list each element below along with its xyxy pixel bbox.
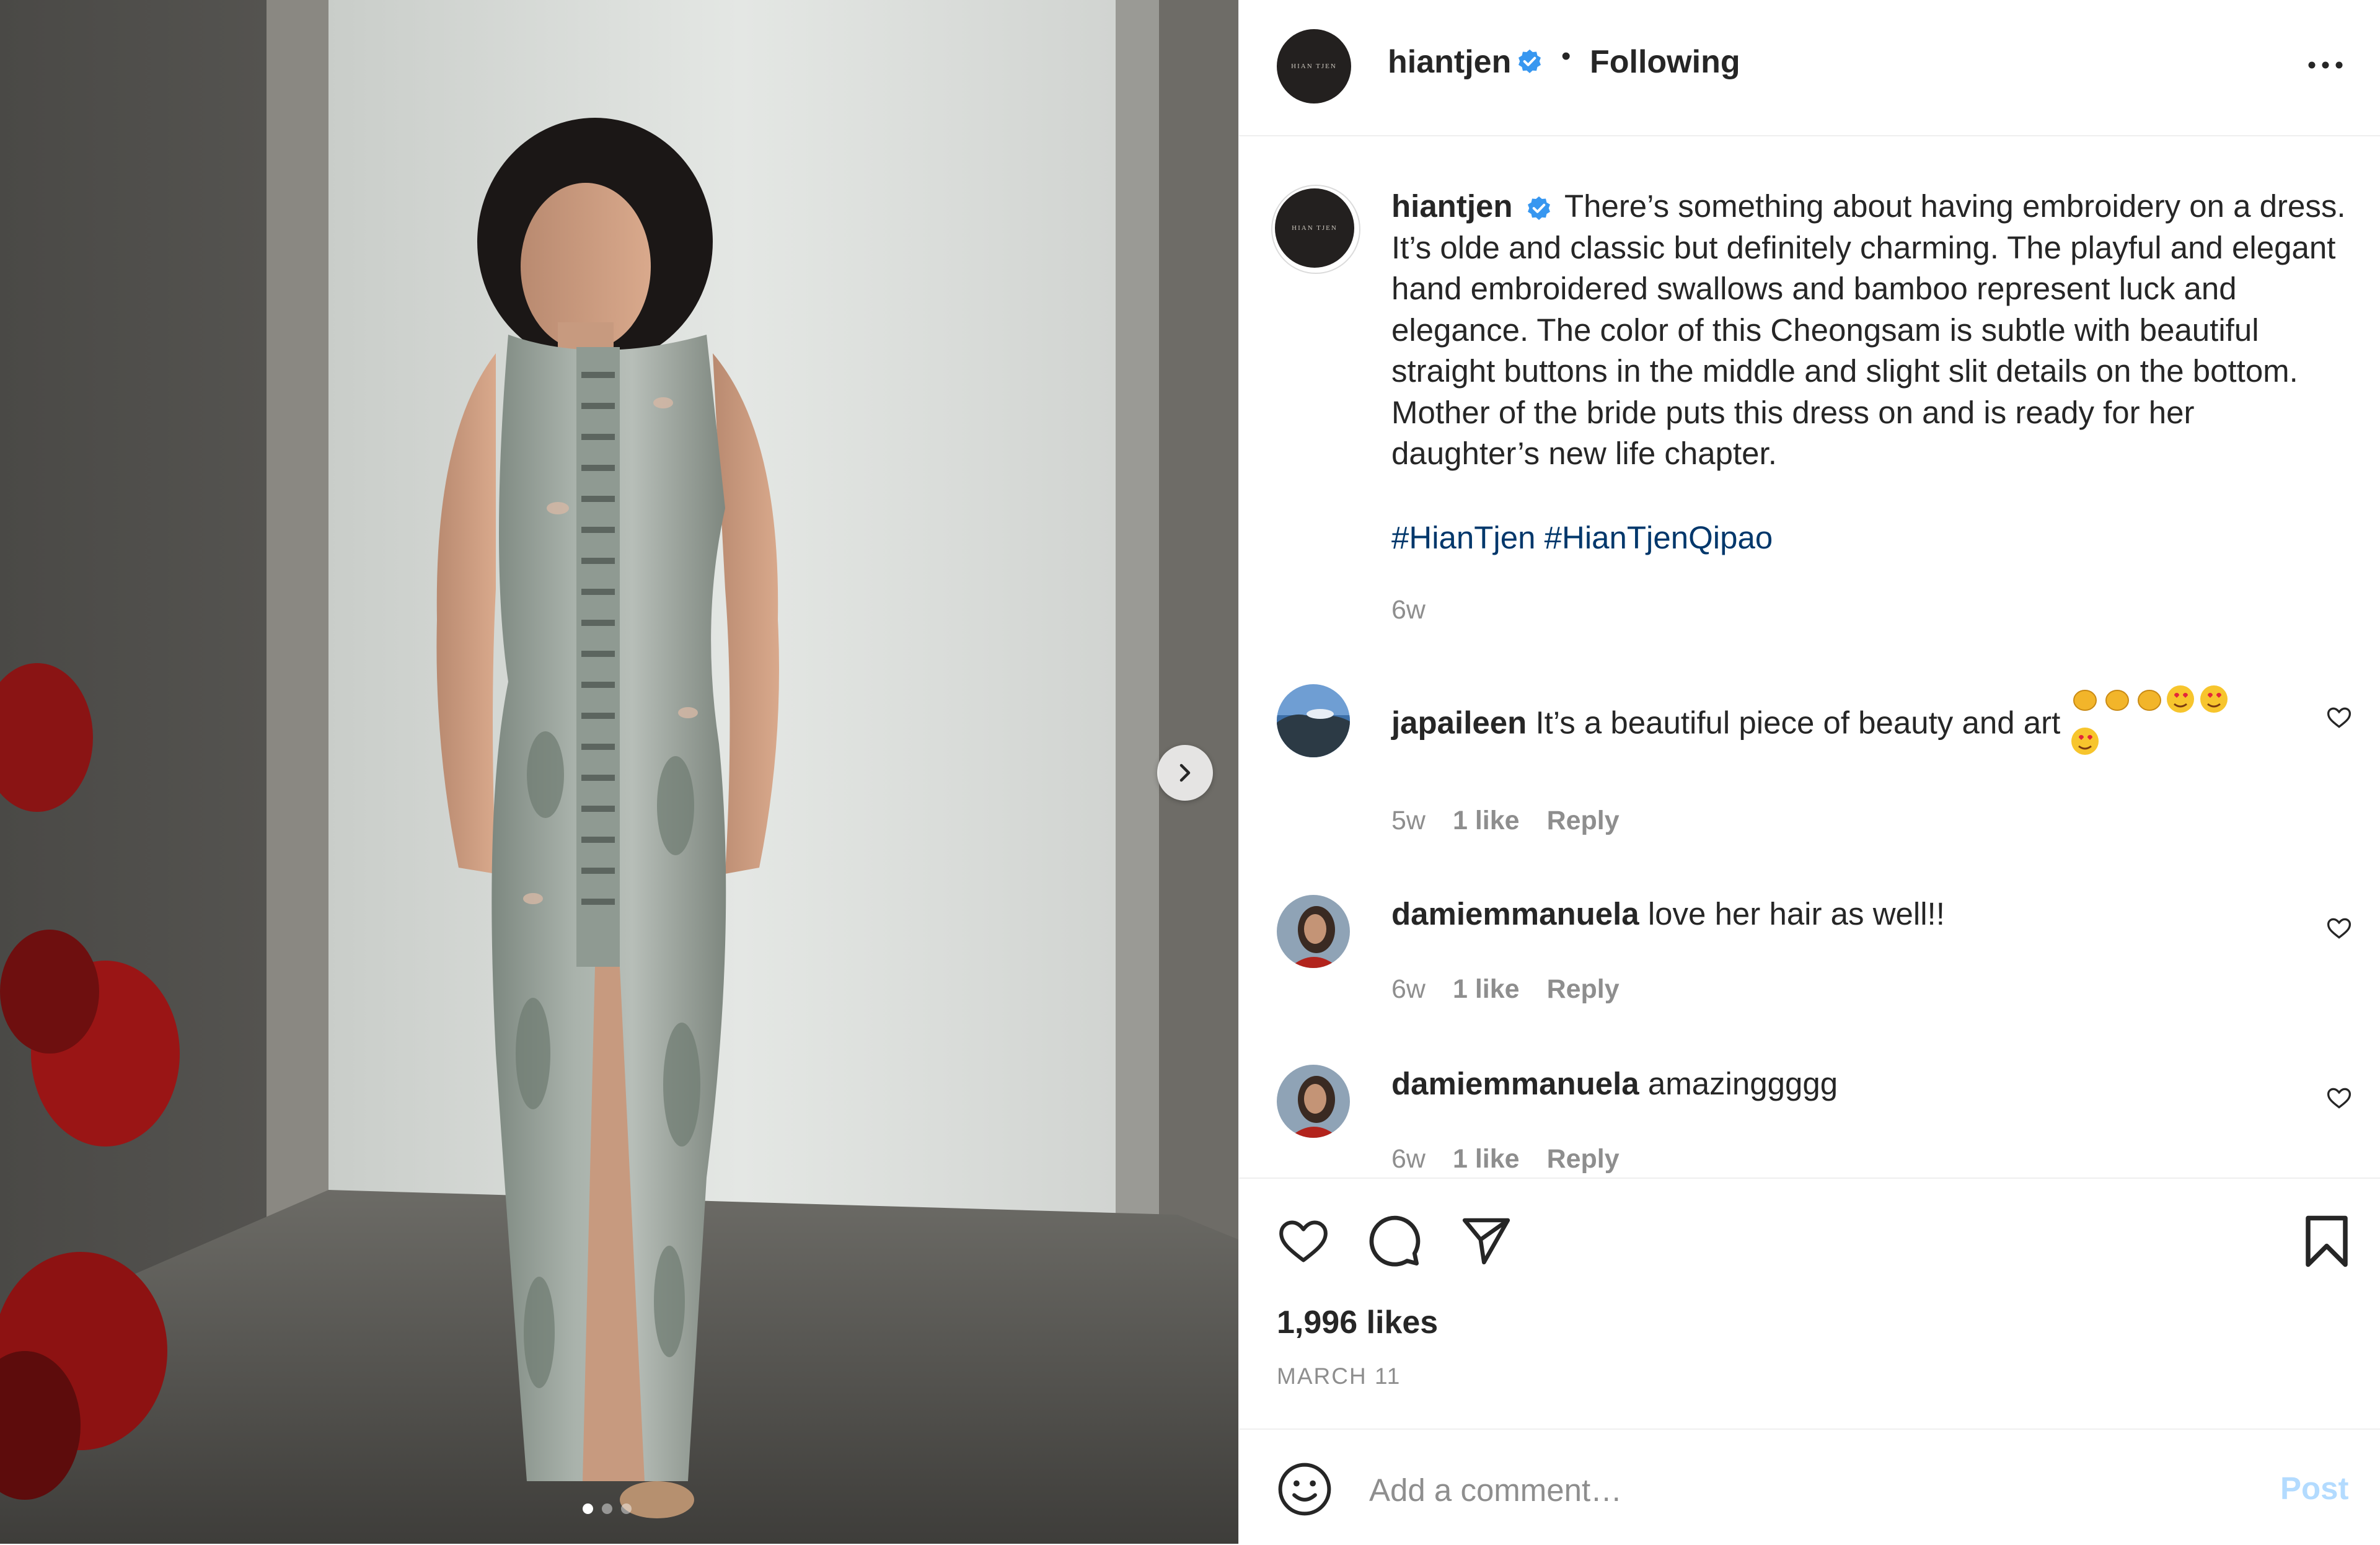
comment-username[interactable]: damiemmanuela <box>1391 896 1639 931</box>
comment-body: It’s a beautiful piece of beauty and art <box>1535 705 2061 741</box>
avatar-brand-text: HIAN TJEN <box>1292 224 1338 232</box>
post-comment-button[interactable]: Post <box>2280 1470 2349 1507</box>
post-media[interactable] <box>0 0 1238 1544</box>
comment-like-count[interactable]: 1 like <box>1453 974 1520 1005</box>
comment-username[interactable]: japaileen <box>1391 705 1527 740</box>
comment-timestamp[interactable]: 5w <box>1391 806 1426 836</box>
comment-like-count[interactable]: 1 like <box>1453 806 1520 836</box>
like-heart-icon[interactable] <box>1275 1215 1332 1268</box>
comment-body: love her hair as well!! <box>1647 896 1945 931</box>
comment-input[interactable] <box>1368 1468 2238 1512</box>
commenter-avatar[interactable] <box>1277 1065 1350 1138</box>
comment-username[interactable]: damiemmanuela <box>1391 1066 1639 1101</box>
caption-username[interactable]: hiantjen <box>1391 188 1513 224</box>
reply-button[interactable]: Reply <box>1547 806 1620 836</box>
post-caption: hiantjen There’s something about having … <box>1391 186 2346 475</box>
emoji-picker-icon[interactable] <box>1277 1461 1333 1517</box>
commenter-avatar[interactable] <box>1277 895 1350 968</box>
chevron-right-icon <box>1179 764 1191 782</box>
caption-text: There’s something about having embroider… <box>1391 188 2346 471</box>
hashtag-link[interactable]: #HianTjenQipao <box>1545 520 1773 555</box>
post-side-panel: HIAN TJEN hiantjen • Following HIAN TJEN… <box>1238 0 2380 1544</box>
comment-text: damiemmanuela love her hair as well!! <box>1391 894 2290 935</box>
comment-timestamp[interactable]: 6w <box>1391 1144 1426 1174</box>
instagram-post-view: HIAN TJEN hiantjen • Following HIAN TJEN… <box>0 0 2380 1544</box>
avatar-image <box>1277 684 1350 757</box>
verified-badge-icon <box>1527 196 1550 220</box>
like-count[interactable]: 1,996 likes <box>1277 1304 1438 1341</box>
carousel-dot <box>602 1503 612 1514</box>
caption-hashtags: #HianTjen #HianTjenQipao <box>1391 519 1773 556</box>
comment-like-icon[interactable] <box>2325 915 2353 942</box>
carousel-indicator <box>583 1503 632 1514</box>
post-date[interactable]: MARCH 11 <box>1277 1363 1401 1389</box>
comment-like-icon[interactable] <box>2325 704 2353 731</box>
post-photo <box>0 0 1238 1544</box>
carousel-dot <box>621 1503 632 1514</box>
comment-meta: 6w 1 like Reply <box>1391 1144 1620 1174</box>
hashtag-link[interactable]: #HianTjen <box>1391 520 1535 555</box>
comment-text: damiemmanuela amazinggggg <box>1391 1063 2290 1104</box>
share-paper-plane-icon[interactable] <box>1458 1213 1514 1268</box>
comment-like-icon[interactable] <box>2325 1085 2353 1112</box>
comment-timestamp[interactable]: 6w <box>1391 974 1426 1005</box>
heart-eyes-emoji-icon <box>2071 728 2099 755</box>
comment-body: amazinggggg <box>1647 1066 1838 1101</box>
commenter-avatar[interactable] <box>1277 684 1350 757</box>
reply-button[interactable]: Reply <box>1547 974 1620 1005</box>
save-bookmark-icon[interactable] <box>2303 1213 2351 1269</box>
comments-list[interactable]: HIAN TJEN hiantjen There’s something abo… <box>1239 0 2380 1177</box>
comment-text: japaileen It’s a beautiful piece of beau… <box>1391 683 2290 767</box>
caption-author-avatar[interactable]: HIAN TJEN <box>1275 188 1354 268</box>
next-image-button[interactable] <box>1157 745 1213 801</box>
avatar-image <box>1277 895 1350 968</box>
comment-meta: 6w 1 like Reply <box>1391 974 1620 1005</box>
avatar-image <box>1277 1065 1350 1138</box>
comment-meta: 5w 1 like Reply <box>1391 806 1620 836</box>
comment-like-count[interactable]: 1 like <box>1453 1144 1520 1174</box>
caption-timestamp[interactable]: 6w <box>1391 595 1426 625</box>
reply-button[interactable]: Reply <box>1547 1144 1620 1174</box>
comment-bubble-icon[interactable] <box>1367 1213 1422 1269</box>
clapping-emoji-icon <box>2073 685 2228 713</box>
emoji-group <box>2069 683 2230 767</box>
carousel-dot <box>583 1503 593 1514</box>
